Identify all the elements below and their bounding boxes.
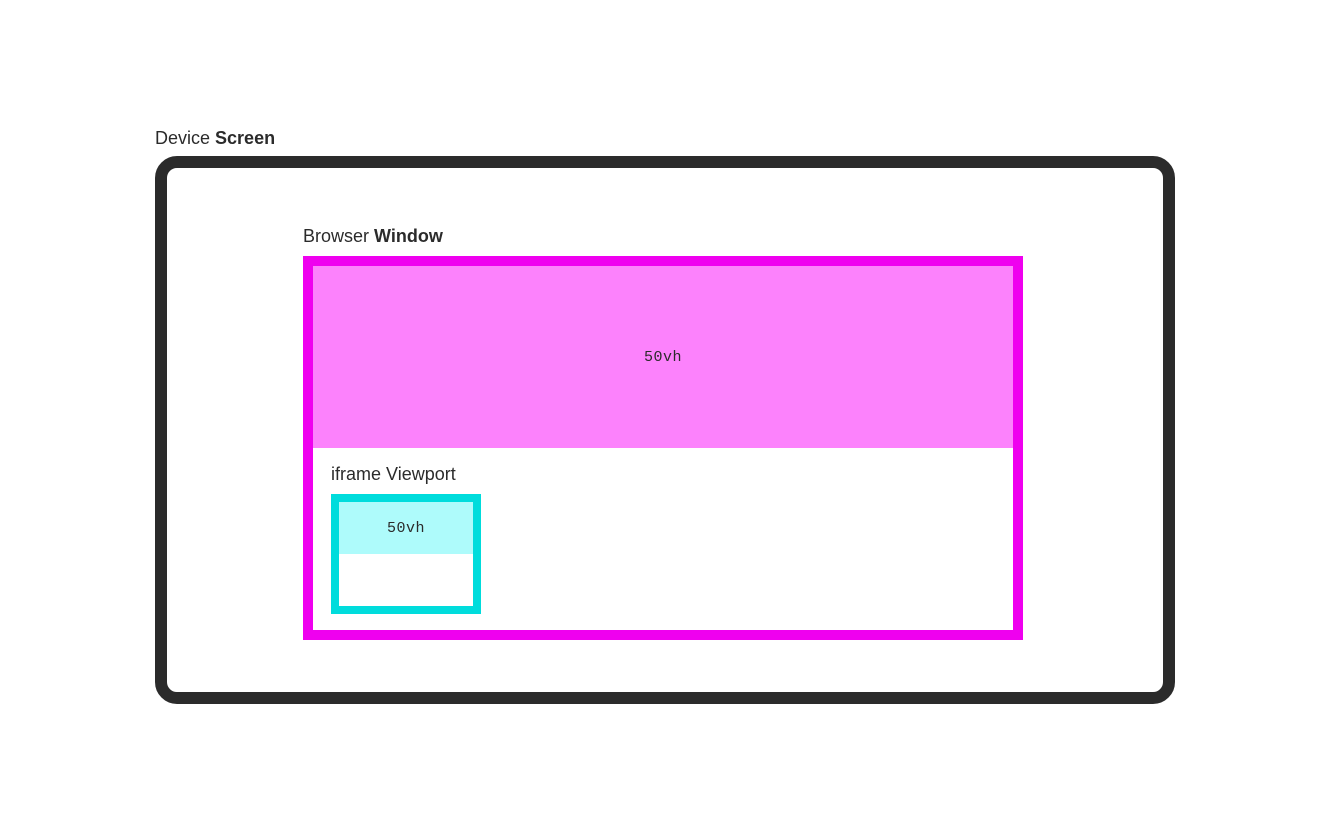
device-screen-label-bold: Screen [215,128,275,148]
iframe-viewport-box: 50vh [331,494,481,614]
browser-window-label-prefix: Browser [303,226,374,246]
iframe-viewport-label: iframe Viewport [331,464,456,485]
device-screen-label-prefix: Device [155,128,215,148]
iframe-viewport-label-bold: Viewport [386,464,456,484]
browser-window-label-bold: Window [374,226,443,246]
browser-window-label: Browser Window [303,226,443,247]
browser-window-box: 50vh iframe Viewport 50vh [303,256,1023,640]
diagram-canvas: Device Screen Browser Window 50vh iframe… [0,0,1328,832]
device-screen-label: Device Screen [155,128,275,149]
iframe-viewport-top-half: 50vh [339,502,473,554]
iframe-viewport-vh-text: 50vh [387,520,425,537]
browser-window-top-half: 50vh [313,266,1013,448]
iframe-viewport-label-prefix: iframe [331,464,386,484]
browser-window-vh-text: 50vh [644,349,682,366]
